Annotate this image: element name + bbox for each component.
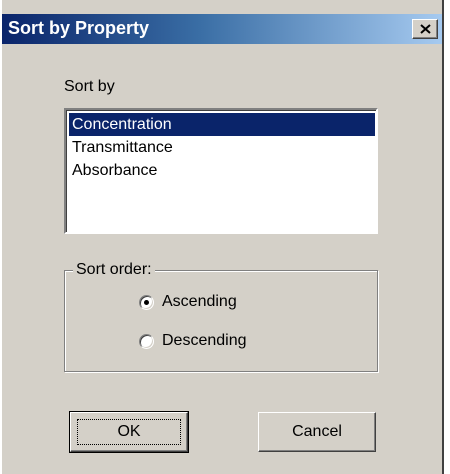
cancel-button-label: Cancel: [292, 423, 342, 440]
sort-by-property-dialog: Sort by Property Sort by Concentration T…: [0, 0, 444, 474]
sort-order-label: Sort order:: [73, 261, 155, 279]
sort-by-listbox[interactable]: Concentration Transmittance Absorbance: [64, 108, 378, 234]
focus-rectangle: [77, 419, 181, 445]
title-bar[interactable]: Sort by Property: [2, 14, 442, 44]
close-icon: [420, 24, 431, 34]
close-button[interactable]: [412, 19, 438, 39]
descending-radio[interactable]: [139, 333, 154, 349]
sort-order-group: Sort order: Ascending Descending: [64, 261, 378, 372]
descending-option[interactable]: Descending: [139, 330, 247, 352]
ok-button[interactable]: OK: [69, 411, 189, 453]
ascending-radio[interactable]: [139, 294, 154, 310]
cancel-button[interactable]: Cancel: [258, 412, 376, 452]
list-item-absorbance[interactable]: Absorbance: [69, 159, 375, 182]
descending-label[interactable]: Descending: [162, 332, 247, 350]
ascending-label[interactable]: Ascending: [162, 293, 237, 311]
dialog-title: Sort by Property: [8, 18, 150, 38]
list-item-concentration[interactable]: Concentration: [69, 113, 375, 136]
sort-by-label: Sort by: [64, 78, 115, 95]
list-item-transmittance[interactable]: Transmittance: [69, 136, 375, 159]
radio-checked-dot: [144, 299, 149, 305]
ascending-option[interactable]: Ascending: [139, 291, 237, 313]
